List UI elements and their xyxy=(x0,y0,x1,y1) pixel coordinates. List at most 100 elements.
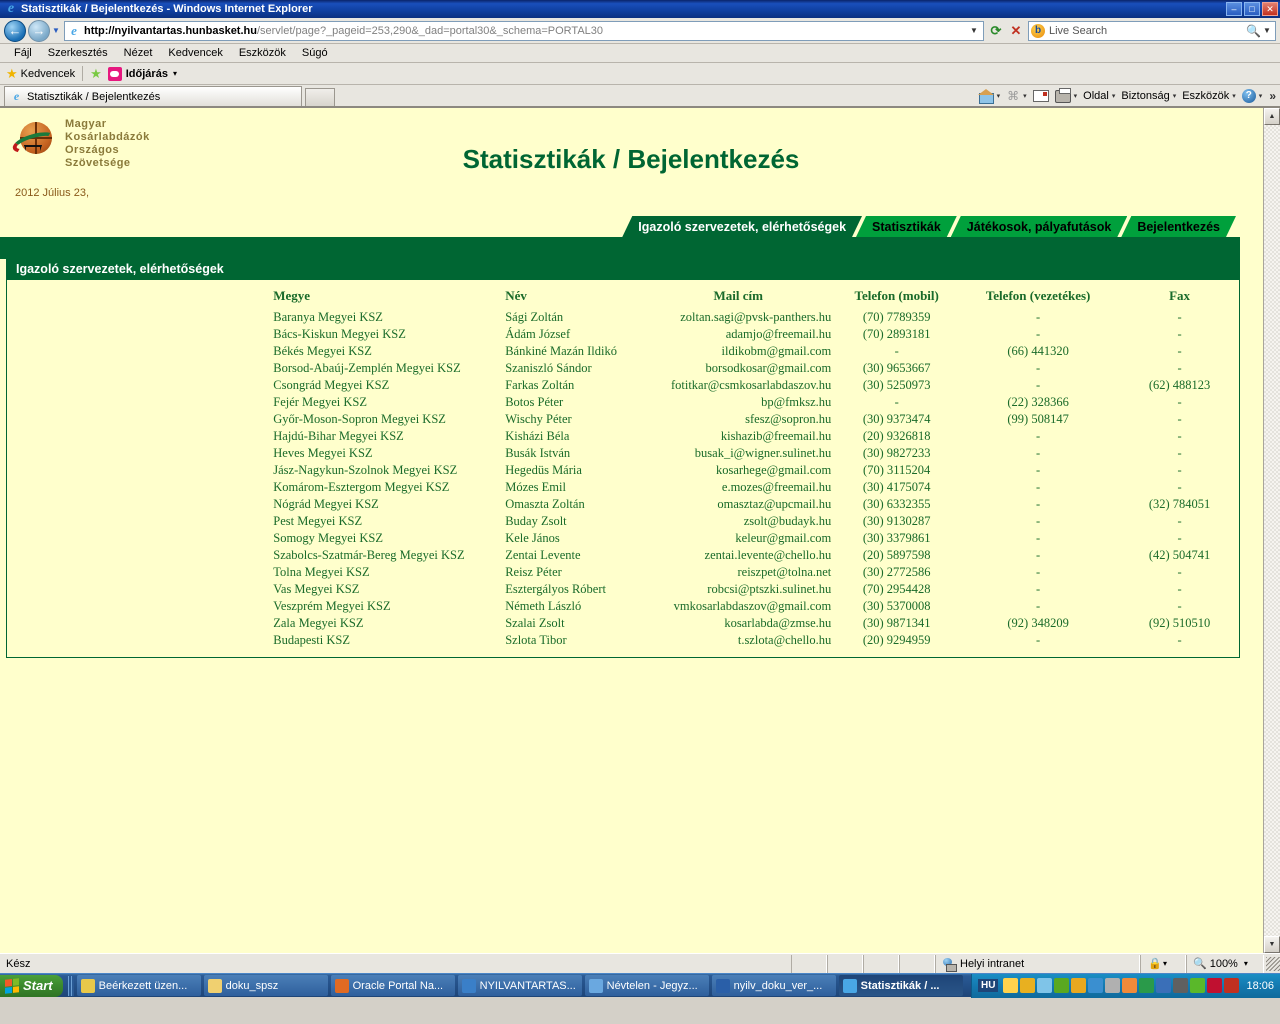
security-menu-button[interactable]: Biztonság ▾ xyxy=(1118,90,1179,102)
toolbar-divider xyxy=(82,66,84,81)
table-row: Fejér Megyei KSZ Botos Péter bp@fmksz.hu - (… xyxy=(7,394,1239,411)
language-indicator[interactable]: HU xyxy=(978,979,999,992)
taskbar-item[interactable]: doku_spsz xyxy=(203,975,328,996)
taskbar-item[interactable]: Névtelen - Jegyz... xyxy=(584,975,709,996)
feeds-button[interactable]: ⌘ ▾ xyxy=(1003,89,1030,103)
row-spacer-cell xyxy=(7,343,267,360)
history-dropdown-icon[interactable]: ▼ xyxy=(50,20,62,42)
taskbar-item[interactable]: Beérkezett üzen... xyxy=(76,975,201,996)
tab-bejelentkezes[interactable]: Bejelentkezés xyxy=(1121,216,1236,237)
address-dropdown-icon[interactable]: ▼ xyxy=(967,26,981,35)
search-dropdown-icon[interactable]: ▼ xyxy=(1261,26,1273,35)
chevron-down-icon[interactable]: ▾ xyxy=(1112,92,1116,100)
cell-telefon-mobil: - xyxy=(894,395,899,409)
close-button[interactable]: ✕ xyxy=(1262,2,1278,16)
resize-grip[interactable] xyxy=(1266,956,1280,971)
page-menu-button[interactable]: Oldal ▾ xyxy=(1080,90,1118,102)
network-tray-icon[interactable] xyxy=(1139,978,1155,993)
cell-megye: Pest Megyei KSZ xyxy=(273,514,363,528)
search-tray-icon[interactable] xyxy=(1037,978,1053,993)
forward-button[interactable]: → xyxy=(28,19,50,42)
command-bar: ▾ ⌘ ▾ ▾ Oldal ▾ Biztonság ▾ Eszközök ▾ ? ▾ » xyxy=(975,85,1280,107)
menu-item-view[interactable]: Nézet xyxy=(116,45,161,61)
new-tab-button[interactable] xyxy=(305,88,335,106)
mail-button[interactable] xyxy=(1030,90,1052,102)
cell-telefon-vezetekes: - xyxy=(1036,548,1041,562)
maximize-button[interactable]: □ xyxy=(1244,2,1260,16)
print-button[interactable]: ▾ xyxy=(1052,87,1081,103)
chevron-down-icon[interactable]: ▾ xyxy=(1163,959,1167,968)
scroll-down-button[interactable]: ▼ xyxy=(1264,936,1280,953)
scrollbar-track[interactable] xyxy=(1264,125,1280,936)
cell-mail: t.szlota@chello.hu xyxy=(737,633,832,647)
cell-mail: kosarlabda@zmse.hu xyxy=(724,616,832,630)
pen-tray-icon[interactable] xyxy=(1105,978,1121,993)
browser-viewport: Magyar Kosárlabdázók Országos Szövetsége… xyxy=(0,107,1280,953)
taskbar-item[interactable]: nyilv_doku_ver_... xyxy=(711,975,836,996)
mail-tray-icon[interactable] xyxy=(1003,978,1019,993)
calc-tray-icon[interactable] xyxy=(1122,978,1138,993)
chevron-down-icon[interactable]: ▾ xyxy=(1023,92,1027,100)
menu-item-file[interactable]: Fájl xyxy=(6,45,40,61)
error-tray-icon[interactable] xyxy=(1224,978,1240,993)
cell-fax: (32) 784051 xyxy=(1148,497,1211,511)
row-spacer-cell xyxy=(7,377,267,394)
opera-tray-icon[interactable] xyxy=(1207,978,1223,993)
table-row: Csongrád Megyei KSZ Farkas Zoltán fotitkar… xyxy=(7,377,1239,394)
favorites-button-label[interactable]: Kedvencek xyxy=(21,68,75,80)
chevron-down-icon[interactable]: ▾ xyxy=(173,69,177,78)
security-tray-icon[interactable] xyxy=(1071,978,1087,993)
cell-nev: Szlota Tibor xyxy=(505,633,567,647)
address-url-host: http://nyilvantartas.hunbasket.hu xyxy=(84,24,257,37)
zoom-control[interactable]: 🔍 100% ▾ xyxy=(1186,954,1264,973)
protected-mode-button[interactable]: 🔒 ▾ xyxy=(1140,954,1186,973)
cell-fax: (92) 510510 xyxy=(1148,616,1211,630)
messenger-tray-icon[interactable] xyxy=(1088,978,1104,993)
home-button[interactable]: ▾ xyxy=(975,89,1004,104)
taskbar-clock[interactable]: 18:06 xyxy=(1246,980,1274,992)
add-favorite-icon[interactable]: ★ xyxy=(90,66,102,82)
taskbar-item[interactable]: Statisztikák / ... xyxy=(838,975,963,996)
tab-jatekosok-palyafutasok[interactable]: Játékosok, pályafutások xyxy=(951,216,1128,237)
taskbar-grip[interactable] xyxy=(67,975,74,996)
chevron-down-icon[interactable]: ▾ xyxy=(1173,92,1177,100)
chevron-down-icon[interactable]: ▾ xyxy=(1259,92,1263,100)
shield-tray-icon[interactable] xyxy=(1020,978,1036,993)
browser-tab-statisztikak[interactable]: e Statisztikák / Bejelentkezés xyxy=(4,86,302,106)
menu-item-tools[interactable]: Eszközök xyxy=(231,45,294,61)
address-bar[interactable]: e http://nyilvantartas.hunbasket.hu/serv… xyxy=(64,20,984,41)
menu-item-help[interactable]: Súgó xyxy=(294,45,336,61)
start-button[interactable]: Start xyxy=(0,974,63,997)
cell-megye: Csongrád Megyei KSZ xyxy=(273,378,390,392)
minimize-button[interactable]: – xyxy=(1226,2,1242,16)
menu-item-favorites[interactable]: Kedvencek xyxy=(160,45,230,61)
search-input[interactable]: b Live Search 🔍 ▼ xyxy=(1028,20,1276,41)
chevron-down-icon[interactable]: ▾ xyxy=(1244,959,1248,968)
tab-igazolo-szervezetek[interactable]: Igazoló szervezetek, elérhetőségek xyxy=(622,216,862,237)
chevron-down-icon[interactable]: ▾ xyxy=(1232,92,1236,100)
chevron-down-icon[interactable]: ▾ xyxy=(997,92,1001,100)
tools-menu-button[interactable]: Eszközök ▾ xyxy=(1179,90,1239,102)
search-go-icon[interactable]: 🔍 xyxy=(1246,24,1261,38)
refresh-icon[interactable]: ⟳ xyxy=(986,21,1006,41)
disc-tray-icon[interactable] xyxy=(1173,978,1189,993)
menu-item-edit[interactable]: Szerkesztés xyxy=(40,45,116,61)
taskbar-item[interactable]: Oracle Portal Na... xyxy=(330,975,455,996)
chevron-down-icon[interactable]: ▾ xyxy=(1074,92,1078,100)
update-tray-icon[interactable] xyxy=(1190,978,1206,993)
back-button[interactable]: ← xyxy=(4,19,26,42)
help-menu-button[interactable]: ? ▾ xyxy=(1239,89,1266,103)
ovi-tray-icon[interactable] xyxy=(1054,978,1070,993)
tab-statisztikak[interactable]: Statisztikák xyxy=(856,216,957,237)
logo-line-1: Magyar xyxy=(65,118,107,130)
weather-button-label[interactable]: Időjárás xyxy=(126,68,168,80)
taskbar-item[interactable]: NYILVANTARTAS... xyxy=(457,975,582,996)
stop-icon[interactable]: ✕ xyxy=(1006,21,1026,41)
connection-tray-icon[interactable] xyxy=(1156,978,1172,993)
scroll-up-button[interactable]: ▲ xyxy=(1264,108,1280,125)
page-vertical-scrollbar[interactable]: ▲ ▼ xyxy=(1263,108,1280,953)
cell-mail: borsodkosar@gmail.com xyxy=(705,361,832,375)
cell-mail: ildikobm@gmail.com xyxy=(721,344,832,358)
command-overflow-icon[interactable]: » xyxy=(1265,89,1276,103)
cell-megye: Heves Megyei KSZ xyxy=(273,446,373,460)
